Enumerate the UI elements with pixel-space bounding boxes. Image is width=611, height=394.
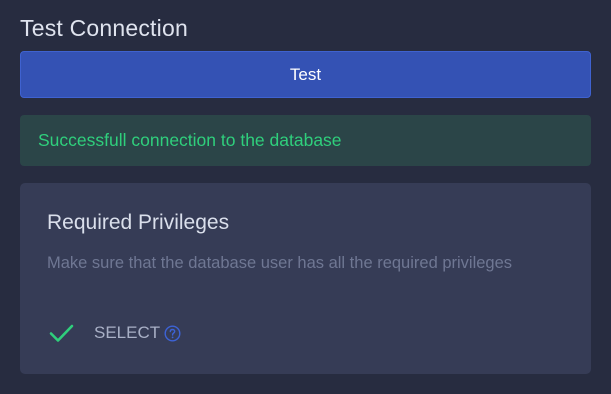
privilege-label: SELECT <box>94 323 161 342</box>
help-icon[interactable] <box>164 324 181 342</box>
required-privileges-card: Required Privileges Make sure that the d… <box>20 183 591 374</box>
privilege-item-select: SELECT <box>47 321 181 345</box>
check-icon <box>47 321 75 345</box>
section-title: Test Connection <box>20 15 188 41</box>
card-description: Make sure that the database user has all… <box>47 254 513 272</box>
success-alert: Successfull connection to the database <box>20 115 591 166</box>
card-title: Required Privileges <box>47 211 230 234</box>
alert-message: Successfull connection to the database <box>38 130 342 150</box>
test-button[interactable]: Test <box>20 51 591 98</box>
